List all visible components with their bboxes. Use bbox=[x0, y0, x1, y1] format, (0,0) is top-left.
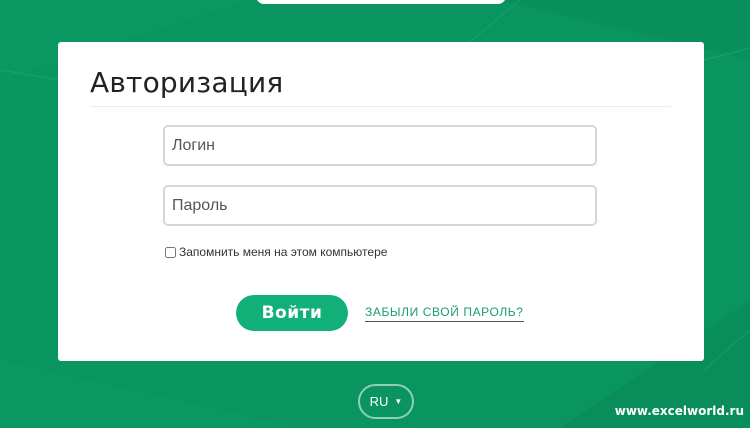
remember-me[interactable]: Запомнить меня на этом компьютере bbox=[165, 245, 387, 259]
top-header-pill bbox=[256, 0, 506, 4]
chevron-down-icon: ▼ bbox=[394, 397, 403, 406]
remember-label: Запомнить меня на этом компьютере bbox=[179, 245, 388, 259]
language-value: RU bbox=[369, 394, 389, 409]
login-card: Авторизация Запомнить меня на этом компь… bbox=[58, 42, 704, 361]
login-button[interactable]: Войти bbox=[236, 295, 348, 331]
forgot-password-link[interactable]: ЗАБЫЛИ СВОЙ ПАРОЛЬ? bbox=[365, 305, 524, 322]
password-input[interactable] bbox=[163, 185, 597, 226]
title-divider bbox=[90, 106, 671, 107]
watermark: www.excelworld.ru bbox=[614, 404, 744, 418]
login-input[interactable] bbox=[163, 125, 597, 166]
remember-checkbox[interactable] bbox=[165, 246, 176, 258]
language-select[interactable]: RU ▼ bbox=[358, 384, 414, 419]
page-title: Авторизация bbox=[90, 66, 284, 99]
